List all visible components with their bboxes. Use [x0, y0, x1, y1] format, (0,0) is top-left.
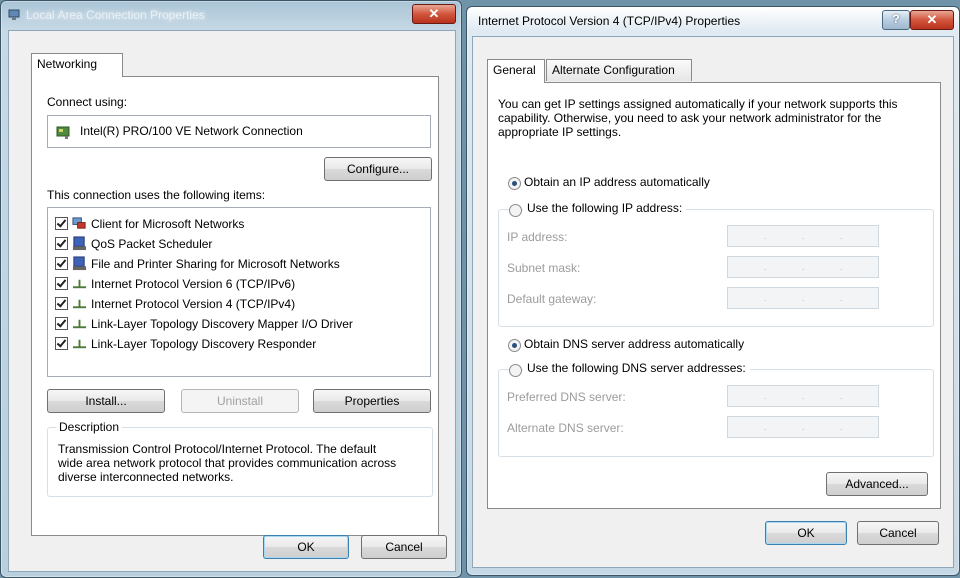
tab-networking[interactable]: Networking	[31, 53, 123, 77]
item-checkbox[interactable]	[55, 257, 68, 270]
list-item[interactable]: Internet Protocol Version 6 (TCP/IPv6)	[48, 274, 428, 294]
obtain-ip-auto-label[interactable]: Obtain an IP address automatically	[524, 175, 710, 189]
alternate-dns-label: Alternate DNS server:	[507, 421, 624, 435]
tab-general[interactable]: General	[487, 59, 545, 83]
uninstall-button[interactable]: Uninstall	[181, 389, 299, 413]
obtain-ip-auto-radio[interactable]	[508, 177, 521, 190]
local-area-connection-properties-window: Local Area Connection Properties ✕ Netwo…	[0, 0, 462, 578]
left-ok-button[interactable]: OK	[263, 535, 349, 559]
alternate-dns-field[interactable]: ...	[727, 416, 879, 438]
network-adapter-icon	[56, 126, 70, 139]
adapter-name: Intel(R) PRO/100 VE Network Connection	[80, 124, 303, 138]
list-item[interactable]: File and Printer Sharing for Microsoft N…	[48, 254, 428, 274]
list-item-label: Client for Microsoft Networks	[91, 217, 245, 231]
advanced-button[interactable]: Advanced...	[826, 472, 928, 496]
right-window-title: Internet Protocol Version 4 (TCP/IPv4) P…	[478, 14, 741, 28]
description-label: Description	[56, 420, 123, 434]
static-ip-group: Use the following IP address: IP address…	[498, 201, 934, 327]
list-item[interactable]: Client for Microsoft Networks	[48, 214, 428, 234]
left-window-titlebar[interactable]: Local Area Connection Properties ✕	[0, 0, 462, 30]
general-tab-page: You can get IP settings assigned automat…	[487, 82, 941, 509]
list-item[interactable]: QoS Packet Scheduler	[48, 234, 428, 254]
configure-button[interactable]: Configure...	[324, 157, 432, 181]
subnet-mask-label: Subnet mask:	[507, 261, 581, 275]
description-text: Transmission Control Protocol/Internet P…	[58, 442, 397, 484]
right-window-titlebar[interactable]: Internet Protocol Version 4 (TCP/IPv4) P…	[466, 6, 960, 36]
item-checkbox[interactable]	[55, 337, 68, 350]
use-following-ip-label[interactable]: Use the following IP address:	[523, 201, 687, 215]
tab-alternate-configuration-label: Alternate Configuration	[552, 63, 675, 77]
tab-alternate-configuration[interactable]: Alternate Configuration	[546, 59, 692, 81]
items-label: This connection uses the following items…	[47, 188, 266, 202]
close-icon: ✕	[428, 6, 440, 21]
right-close-button[interactable]: ✕	[910, 10, 954, 30]
left-close-button[interactable]: ✕	[412, 4, 456, 24]
intro-text: You can get IP settings assigned automat…	[498, 97, 898, 139]
properties-button[interactable]: Properties	[313, 389, 431, 413]
list-item-label: QoS Packet Scheduler	[91, 237, 213, 251]
obtain-dns-auto-radio[interactable]	[508, 339, 521, 352]
network-connection-icon	[8, 9, 20, 20]
list-item[interactable]: Link-Layer Topology Discovery Responder	[48, 334, 428, 354]
right-window-client: General Alternate Configuration You can …	[472, 36, 954, 568]
network-client-icon	[72, 217, 86, 229]
service-icon	[72, 256, 87, 271]
use-following-dns-radio[interactable]	[509, 364, 522, 377]
use-following-ip-radio[interactable]	[509, 204, 522, 217]
adapter-box: Intel(R) PRO/100 VE Network Connection	[47, 115, 431, 148]
default-gateway-field[interactable]: ...	[727, 287, 879, 309]
right-cancel-button[interactable]: Cancel	[857, 521, 939, 545]
subnet-mask-field[interactable]: ...	[727, 256, 879, 278]
list-item[interactable]: Internet Protocol Version 4 (TCP/IPv4)	[48, 294, 428, 314]
left-window-client: Networking Connect using: Intel(R) PRO/1…	[8, 30, 456, 572]
ipv4-properties-window: Internet Protocol Version 4 (TCP/IPv4) P…	[466, 6, 960, 576]
networking-tab-page: Connect using: Intel(R) PRO/100 VE Netwo…	[31, 76, 439, 536]
service-icon	[72, 236, 87, 251]
install-button[interactable]: Install...	[47, 389, 165, 413]
item-checkbox[interactable]	[55, 297, 68, 310]
ip-address-label: IP address:	[507, 230, 568, 244]
default-gateway-label: Default gateway:	[507, 292, 597, 306]
obtain-dns-auto-label[interactable]: Obtain DNS server address automatically	[524, 337, 744, 351]
protocol-icon	[72, 339, 87, 349]
preferred-dns-field[interactable]: ...	[727, 385, 879, 407]
connect-using-label: Connect using:	[47, 95, 128, 109]
static-dns-group: Use the following DNS server addresses: …	[498, 361, 934, 457]
list-item-label: Internet Protocol Version 4 (TCP/IPv4)	[91, 297, 296, 311]
item-checkbox[interactable]	[55, 317, 68, 330]
description-group: Description Transmission Control Protoco…	[47, 420, 433, 497]
list-item-label: File and Printer Sharing for Microsoft N…	[91, 257, 340, 271]
item-checkbox[interactable]	[55, 217, 68, 230]
list-item-label: Link-Layer Topology Discovery Responder	[91, 337, 317, 351]
tab-networking-label: Networking	[37, 57, 98, 71]
protocol-icon	[72, 279, 87, 289]
list-item-label: Internet Protocol Version 6 (TCP/IPv6)	[91, 277, 296, 291]
left-window-title: Local Area Connection Properties	[26, 8, 205, 22]
use-following-dns-label[interactable]: Use the following DNS server addresses:	[523, 361, 750, 375]
left-cancel-button[interactable]: Cancel	[361, 535, 447, 559]
tab-general-label: General	[493, 63, 536, 77]
item-checkbox[interactable]	[55, 277, 68, 290]
preferred-dns-label: Preferred DNS server:	[507, 390, 626, 404]
help-button[interactable]: ?	[882, 10, 910, 30]
right-ok-button[interactable]: OK	[765, 521, 847, 545]
close-icon: ✕	[926, 12, 938, 27]
ip-address-field[interactable]: ...	[727, 225, 879, 247]
item-checkbox[interactable]	[55, 237, 68, 250]
list-item-label: Link-Layer Topology Discovery Mapper I/O…	[91, 317, 353, 331]
protocol-icon	[72, 299, 87, 309]
list-item[interactable]: Link-Layer Topology Discovery Mapper I/O…	[48, 314, 428, 334]
protocol-icon	[72, 319, 87, 329]
help-icon: ?	[892, 12, 900, 26]
items-list: Client for Microsoft Networks QoS Packet…	[47, 207, 431, 377]
